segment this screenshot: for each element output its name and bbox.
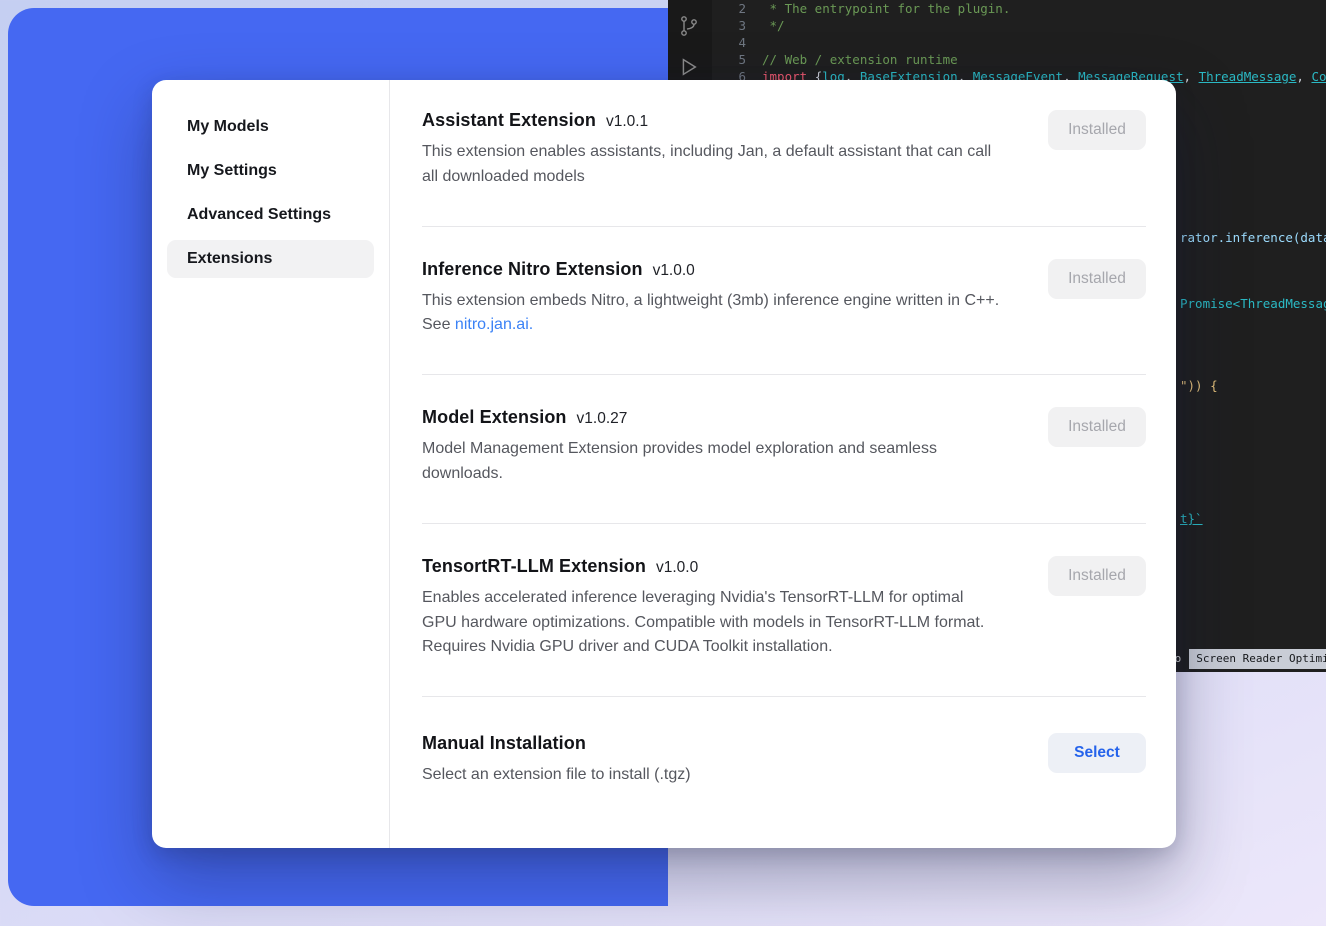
- settings-sidebar: My Models My Settings Advanced Settings …: [152, 80, 390, 848]
- extension-title: TensortRT-LLM Extension: [422, 556, 646, 577]
- extension-title-line: Inference Nitro Extension v1.0.0: [422, 259, 1002, 280]
- extension-row-manual-installation: Manual Installation Select an extension …: [422, 696, 1146, 812]
- extensions-list: Assistant Extension v1.0.1 This extensio…: [390, 80, 1176, 848]
- extension-title: Manual Installation: [422, 733, 586, 754]
- installed-button[interactable]: Installed: [1048, 259, 1146, 299]
- extension-description: This extension embeds Nitro, a lightweig…: [422, 289, 1002, 339]
- code-line: 3 */: [720, 18, 785, 34]
- sidebar-item-my-settings[interactable]: My Settings: [167, 152, 374, 190]
- sidebar-item-my-models[interactable]: My Models: [167, 108, 374, 146]
- extension-row-model: Model Extension v1.0.27 Model Management…: [422, 374, 1146, 523]
- nitro-jan-ai-link[interactable]: nitro.jan.ai.: [455, 316, 533, 333]
- sidebar-item-extensions[interactable]: Extensions: [167, 240, 374, 278]
- extension-row-tensorrt-llm: TensortRT-LLM Extension v1.0.0 Enables a…: [422, 523, 1146, 696]
- line-number: 4: [720, 35, 746, 51]
- run-and-debug-icon[interactable]: [677, 56, 699, 82]
- source-control-icon[interactable]: [677, 14, 701, 42]
- extension-info: TensortRT-LLM Extension v1.0.0 Enables a…: [422, 556, 1002, 660]
- extension-info: Model Extension v1.0.27 Model Management…: [422, 407, 1002, 487]
- extension-title: Assistant Extension: [422, 110, 596, 131]
- extension-version: v1.0.0: [653, 262, 695, 280]
- editor-status-bar: go Screen Reader Optimized: [1168, 649, 1326, 669]
- extension-description: Enables accelerated inference leveraging…: [422, 586, 1002, 660]
- extension-version: v1.0.27: [577, 410, 628, 428]
- extension-title-line: Assistant Extension v1.0.1: [422, 110, 1002, 131]
- extension-title-line: Manual Installation: [422, 733, 691, 754]
- extension-description: Select an extension file to install (.tg…: [422, 763, 691, 788]
- select-file-button[interactable]: Select: [1048, 733, 1146, 773]
- line-number: 2: [720, 1, 746, 17]
- line-number: 5: [720, 52, 746, 68]
- extension-info: Inference Nitro Extension v1.0.0 This ex…: [422, 259, 1002, 339]
- installed-button[interactable]: Installed: [1048, 110, 1146, 150]
- extension-description: This extension enables assistants, inclu…: [422, 140, 1002, 190]
- code-fragment: Promise<ThreadMessage>: [1180, 296, 1326, 312]
- installed-button[interactable]: Installed: [1048, 556, 1146, 596]
- extension-title: Inference Nitro Extension: [422, 259, 643, 280]
- sidebar-item-advanced-settings[interactable]: Advanced Settings: [167, 196, 374, 234]
- screen-reader-notice: Screen Reader Optimized: [1189, 649, 1326, 669]
- line-number: 3: [720, 18, 746, 34]
- code-fragment: ")) {: [1180, 378, 1218, 394]
- code-fragment: t}`: [1180, 511, 1203, 527]
- extension-info: Manual Installation Select an extension …: [422, 733, 691, 788]
- extension-version: v1.0.1: [606, 113, 648, 131]
- extension-info: Assistant Extension v1.0.1 This extensio…: [422, 110, 1002, 190]
- settings-modal: My Models My Settings Advanced Settings …: [152, 80, 1176, 848]
- extension-row-inference-nitro: Inference Nitro Extension v1.0.0 This ex…: [422, 226, 1146, 375]
- code-fragment: rator.inference(data));: [1180, 230, 1326, 246]
- extension-version: v1.0.0: [656, 559, 698, 577]
- extension-title: Model Extension: [422, 407, 567, 428]
- installed-button[interactable]: Installed: [1048, 407, 1146, 447]
- code-line: 4: [720, 35, 762, 51]
- code-line: 2 * The entrypoint for the plugin.: [720, 1, 1010, 17]
- extension-title-line: Model Extension v1.0.27: [422, 407, 1002, 428]
- extension-description: Model Management Extension provides mode…: [422, 437, 1002, 487]
- code-line: 5// Web / extension runtime: [720, 52, 958, 68]
- extension-row-assistant: Assistant Extension v1.0.1 This extensio…: [422, 108, 1146, 226]
- extension-title-line: TensortRT-LLM Extension v1.0.0: [422, 556, 1002, 577]
